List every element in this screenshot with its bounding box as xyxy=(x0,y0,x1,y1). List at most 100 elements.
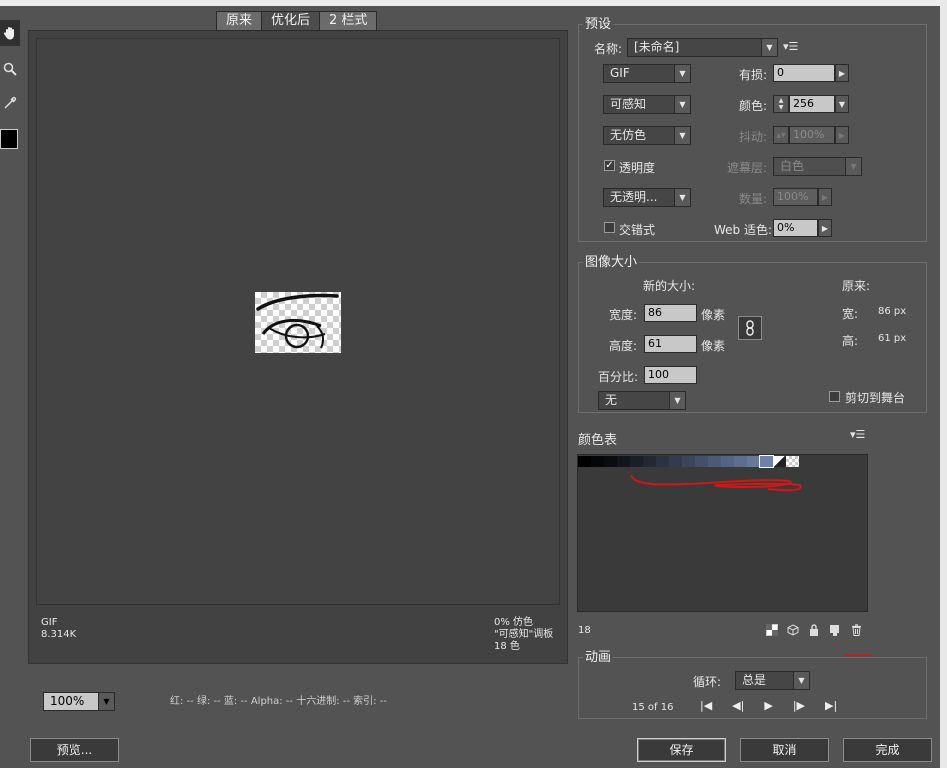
color-swatch[interactable] xyxy=(591,456,604,467)
color-swatch[interactable] xyxy=(695,456,708,467)
trash-icon[interactable] xyxy=(849,623,863,637)
format-value: GIF xyxy=(610,66,630,80)
color-table[interactable] xyxy=(577,454,868,612)
matte-value: 白色 xyxy=(780,159,805,173)
eyedropper-color-swatch[interactable] xyxy=(0,129,18,149)
transparent-white-swatch[interactable] xyxy=(773,456,786,467)
dither-value: 无仿色 xyxy=(610,128,647,142)
matte-dropdown: 白色 ▼ xyxy=(773,157,862,176)
animation-legend: 动画 xyxy=(583,650,614,666)
height-field[interactable]: 61 xyxy=(644,335,697,353)
reduction-dropdown[interactable]: 可感知 ▼ xyxy=(603,95,691,114)
color-swatch[interactable] xyxy=(643,456,656,467)
chevron-down-icon: ▼ xyxy=(845,158,861,175)
matte-label: 遮幕层: xyxy=(727,161,768,175)
reduction-value: 可感知 xyxy=(610,97,647,111)
preview-button[interactable]: 预览... xyxy=(30,738,119,762)
color-swatch[interactable] xyxy=(604,456,617,467)
color-swatch[interactable] xyxy=(617,456,630,467)
color-swatch[interactable] xyxy=(630,456,643,467)
color-swatch[interactable] xyxy=(669,456,682,467)
preview-dither-info: 0% 仿色 xyxy=(494,617,534,628)
dither-dropdown[interactable]: 无仿色 ▼ xyxy=(603,126,691,145)
percent-field[interactable]: 100 xyxy=(644,366,697,384)
colors-dropdown-button[interactable]: ▼ xyxy=(835,95,849,113)
orig-width-label: 宽: xyxy=(842,307,859,321)
interlaced-label: 交错式 xyxy=(619,223,656,237)
color-swatch[interactable] xyxy=(682,456,695,467)
preset-name-dropdown[interactable]: [未命名] ▼ xyxy=(627,38,778,57)
first-frame-icon[interactable]: |◀ xyxy=(700,699,712,712)
eyedropper-tool[interactable] xyxy=(0,90,20,116)
previous-frame-icon[interactable]: ◀| xyxy=(732,699,744,712)
width-label: 宽度: xyxy=(609,308,638,322)
hand-icon xyxy=(3,27,15,40)
last-frame-icon[interactable]: ▶| xyxy=(825,699,837,712)
red-scribble xyxy=(630,474,802,492)
done-button[interactable]: 完成 xyxy=(843,738,932,762)
quality-dropdown[interactable]: 无 ▼ xyxy=(598,391,686,410)
preset-menu-icon[interactable]: ▾☰ xyxy=(783,40,798,53)
color-swatch[interactable] xyxy=(747,456,760,467)
format-dropdown[interactable]: GIF ▼ xyxy=(603,64,691,83)
web-shift-icon[interactable] xyxy=(765,623,779,637)
zoom-value: 100% xyxy=(50,694,85,708)
zoom-tool[interactable] xyxy=(0,56,20,82)
lock-icon[interactable] xyxy=(807,623,821,637)
dither-amount-label: 抖动: xyxy=(739,130,768,144)
colors-stepper[interactable]: ▲ ▼ xyxy=(773,95,789,113)
dither-slider-button: ▶ xyxy=(835,126,849,144)
chevron-down-icon: ▼ xyxy=(674,96,690,113)
chevron-down-icon: ▼ xyxy=(761,39,777,56)
next-frame-icon[interactable]: |▶ xyxy=(793,699,805,712)
hand-tool[interactable] xyxy=(0,20,20,46)
color-swatch[interactable] xyxy=(734,456,747,467)
colors-label: 颜色: xyxy=(739,99,768,113)
transparent-swatch[interactable] xyxy=(786,456,799,467)
new-color-icon[interactable] xyxy=(828,623,842,637)
preview-size: 8.314K xyxy=(41,629,77,640)
preview-info-right: 0% 仿色 "可感知"调板 18 色 xyxy=(494,617,553,653)
save-button[interactable]: 保存 xyxy=(637,738,726,762)
dither-stepper: ▲▼ xyxy=(773,126,789,144)
quality-value: 无 xyxy=(605,393,618,407)
cancel-button[interactable]: 取消 xyxy=(740,738,829,762)
eyedropper-icon xyxy=(4,96,17,109)
transparency-dither-dropdown[interactable]: 无透明... ▼ xyxy=(603,188,691,207)
right-edge xyxy=(940,0,947,768)
color-table-actions xyxy=(765,623,863,637)
web-snap-field[interactable]: 0% xyxy=(773,219,818,237)
play-icon[interactable]: ▶ xyxy=(764,699,772,712)
playback-controls: |◀ ◀| ▶ |▶ ▶| xyxy=(700,699,837,712)
preview-canvas[interactable] xyxy=(36,38,560,605)
color-swatch[interactable] xyxy=(656,456,669,467)
web-snap-slider-button[interactable]: ▶ xyxy=(818,219,832,237)
loop-dropdown[interactable]: 总是 ▼ xyxy=(735,671,810,690)
width-field[interactable]: 86 xyxy=(644,304,697,322)
transparency-checkbox[interactable]: ✓ xyxy=(604,160,615,171)
tab-2-up[interactable]: 2 栏式 xyxy=(320,12,376,30)
height-unit: 像素 xyxy=(701,339,726,353)
lossy-field[interactable]: 0 xyxy=(773,64,835,82)
zoom-dropdown[interactable]: 100% ▼ xyxy=(43,692,115,711)
preset-name-value: [未命名] xyxy=(634,40,680,54)
chevron-down-icon: ▼ xyxy=(98,693,114,710)
frame-counter: 15 of 16 xyxy=(632,702,674,713)
chevron-down-icon: ▼ xyxy=(674,65,690,82)
preset-legend: 预设 xyxy=(583,17,614,33)
interlaced-checkbox[interactable] xyxy=(604,222,615,233)
constrain-proportions-button[interactable] xyxy=(738,316,762,340)
amount-field: 100% xyxy=(773,188,818,206)
tab-optimized[interactable]: 优化后 xyxy=(262,12,321,30)
clip-to-stage-checkbox[interactable] xyxy=(829,391,840,402)
color-table-menu-icon[interactable]: ▾☰ xyxy=(850,428,865,441)
color-swatch[interactable] xyxy=(721,456,734,467)
color-swatch[interactable] xyxy=(578,456,591,467)
lossy-slider-button[interactable]: ▶ xyxy=(835,64,849,82)
color-swatch[interactable] xyxy=(708,456,721,467)
transparency-label: 透明度 xyxy=(619,161,656,175)
tab-original[interactable]: 原来 xyxy=(217,12,263,30)
colors-field[interactable]: 256 xyxy=(789,95,835,113)
web-palette-cube-icon[interactable] xyxy=(786,623,800,637)
color-swatch[interactable] xyxy=(759,455,774,468)
